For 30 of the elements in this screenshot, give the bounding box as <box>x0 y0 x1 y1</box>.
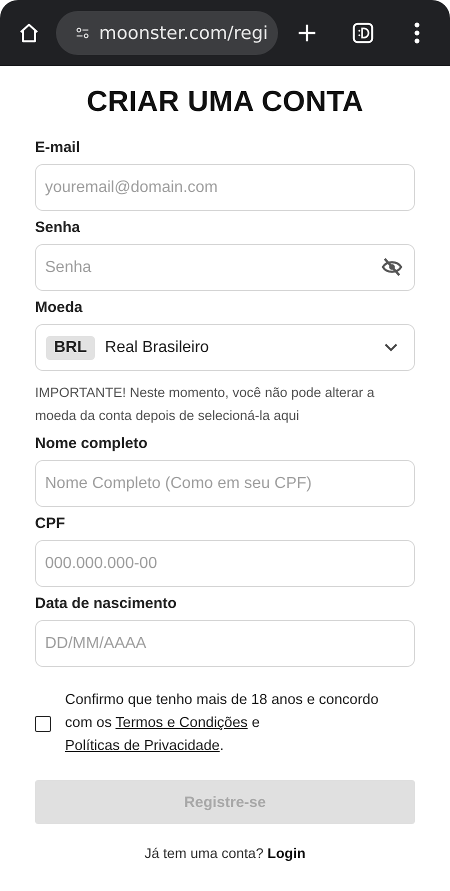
consent-checkbox[interactable] <box>35 716 51 732</box>
login-link[interactable]: Login <box>267 845 306 861</box>
tabs-icon[interactable] <box>352 22 374 44</box>
consent-text: Confirmo que tenho mais de 18 anos e concordo com os Termos e Condições e Políticas de Privacidade. <box>65 691 380 756</box>
site-settings-icon[interactable] <box>76 25 90 41</box>
input-field[interactable]: DD/MM/AAAA <box>35 620 415 667</box>
field-label: Data de nascimento <box>35 595 178 612</box>
currency-code-tag: BRL <box>46 336 95 360</box>
page-title: CRIAR UMA CONTA <box>86 86 364 119</box>
input-field[interactable]: youremail@domain.com <box>35 164 415 211</box>
password-field[interactable]: Senha <box>35 244 415 291</box>
eye-off-icon[interactable] <box>381 257 403 277</box>
field-label: Moeda <box>35 299 84 316</box>
home-icon[interactable] <box>18 22 40 44</box>
input-field[interactable]: Nome Completo (Como em seu CPF) <box>35 460 415 507</box>
field-label: Senha <box>35 219 82 236</box>
login-prompt: Já tem uma conta? Login <box>143 845 307 861</box>
address-bar[interactable]: moonster.com/regi <box>56 11 278 55</box>
terms-link[interactable]: Políticas de Privacidade <box>65 738 220 754</box>
menu-icon[interactable] <box>414 22 420 44</box>
field-label: E-mail <box>35 139 82 156</box>
input-field[interactable]: 000.000.000-00 <box>35 540 415 587</box>
url-text: moonster.com/regi <box>99 22 268 44</box>
currency-note: IMPORTANTE! Neste momento, você não pode alterar a moeda da conta depois de selecioná-la aqui <box>35 384 376 425</box>
currency-select[interactable]: BRL Real Brasileiro <box>35 324 415 371</box>
chevron-down-icon <box>384 343 398 352</box>
terms-link[interactable]: Termos e Condições <box>116 715 248 731</box>
plus-icon[interactable] <box>296 22 318 44</box>
field-label: CPF <box>35 515 66 532</box>
field-label: Nome completo <box>35 435 149 452</box>
